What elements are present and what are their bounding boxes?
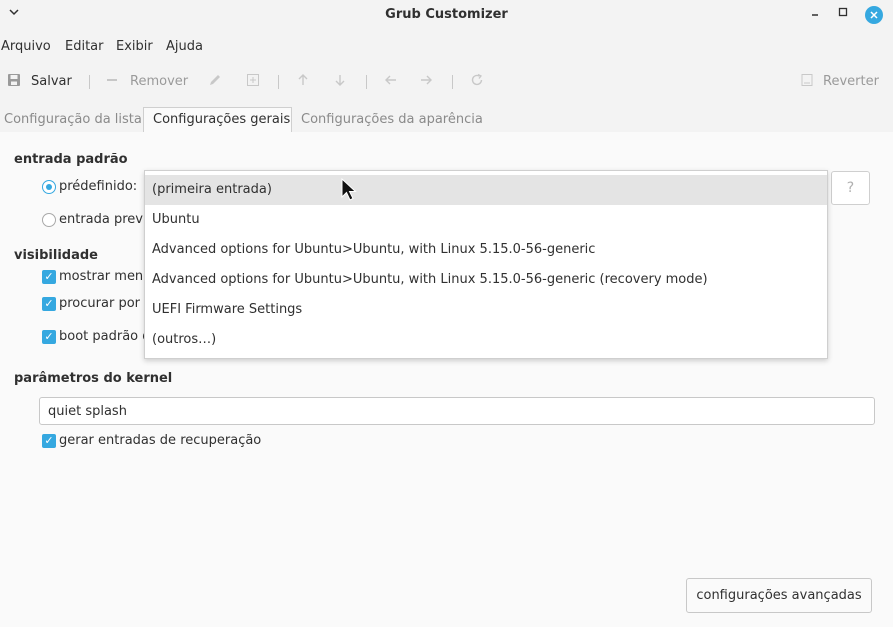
menu-ajuda[interactable]: Ajuda	[166, 39, 203, 54]
arrow-right-icon[interactable]	[418, 73, 434, 89]
help-button[interactable]: ?	[831, 171, 870, 205]
save-button[interactable]: Salvar	[31, 74, 72, 89]
advanced-settings-button[interactable]: configurações avançadas	[686, 578, 872, 613]
kernel-params-heading: parâmetros do kernel	[14, 371, 173, 386]
save-icon	[6, 73, 22, 89]
previous-entry-label: entrada previa	[59, 212, 155, 227]
remove-icon	[104, 73, 120, 89]
revert-icon	[799, 73, 815, 89]
menu-arquivo[interactable]: Arquivo	[1, 39, 51, 54]
title-bar: Grub Customizer	[0, 0, 893, 32]
revert-button[interactable]: Reverter	[823, 74, 879, 89]
show-menu-label: mostrar menu	[59, 269, 152, 284]
remove-button[interactable]: Remover	[130, 74, 188, 89]
maximize-icon[interactable]	[833, 5, 853, 25]
previous-entry-radio[interactable]	[42, 213, 56, 227]
predefined-label: prédefinido:	[59, 179, 138, 194]
edit-icon[interactable]	[207, 73, 223, 89]
add-entry-icon[interactable]	[245, 73, 261, 89]
toolbar-separator	[366, 75, 367, 89]
dropdown-option[interactable]: Advanced options for Ubuntu>Ubuntu, with…	[145, 235, 827, 265]
dropdown-option[interactable]: Ubuntu	[145, 205, 827, 235]
close-icon[interactable]	[865, 6, 883, 24]
arrow-up-icon[interactable]	[295, 73, 311, 89]
arrow-left-icon[interactable]	[383, 73, 399, 89]
arrow-down-icon[interactable]	[332, 73, 348, 89]
show-menu-checkbox[interactable]: ✓	[42, 270, 56, 284]
default-entry-heading: entrada padrão	[14, 152, 128, 167]
refresh-icon[interactable]	[469, 73, 485, 89]
tab-appearance-settings[interactable]: Configurações da aparência	[301, 112, 483, 127]
boot-default-checkbox[interactable]: ✓	[42, 330, 56, 344]
toolbar-separator	[278, 75, 279, 89]
boot-default-label: boot padrão d	[59, 329, 151, 344]
dropdown-option[interactable]: UEFI Firmware Settings	[145, 295, 827, 325]
minimize-icon[interactable]	[805, 5, 825, 25]
default-entry-dropdown[interactable]: (primeira entrada) Ubuntu Advanced optio…	[144, 170, 828, 359]
mouse-cursor-icon	[340, 177, 358, 202]
predefined-radio[interactable]	[42, 180, 56, 194]
search-os-checkbox[interactable]: ✓	[42, 297, 56, 311]
toolbar-separator	[452, 75, 453, 89]
window-title: Grub Customizer	[385, 7, 508, 22]
tab-list-config[interactable]: Configuração da lista	[4, 112, 142, 127]
visibility-heading: visibilidade	[14, 248, 98, 263]
dropdown-option[interactable]: Advanced options for Ubuntu>Ubuntu, with…	[145, 265, 827, 295]
kernel-params-input[interactable]	[39, 397, 875, 425]
menu-editar[interactable]: Editar	[65, 39, 104, 54]
dropdown-option[interactable]: (primeira entrada)	[145, 175, 827, 205]
recovery-entries-label: gerar entradas de recuperação	[59, 433, 262, 448]
tab-general-settings[interactable]: Configurações gerais	[153, 112, 290, 127]
recovery-entries-checkbox[interactable]: ✓	[42, 434, 56, 448]
search-os-label: procurar por o	[59, 296, 153, 311]
dropdown-option[interactable]: (outros…)	[145, 325, 827, 355]
menu-exibir[interactable]: Exibir	[116, 39, 153, 54]
toolbar-separator	[89, 75, 90, 89]
